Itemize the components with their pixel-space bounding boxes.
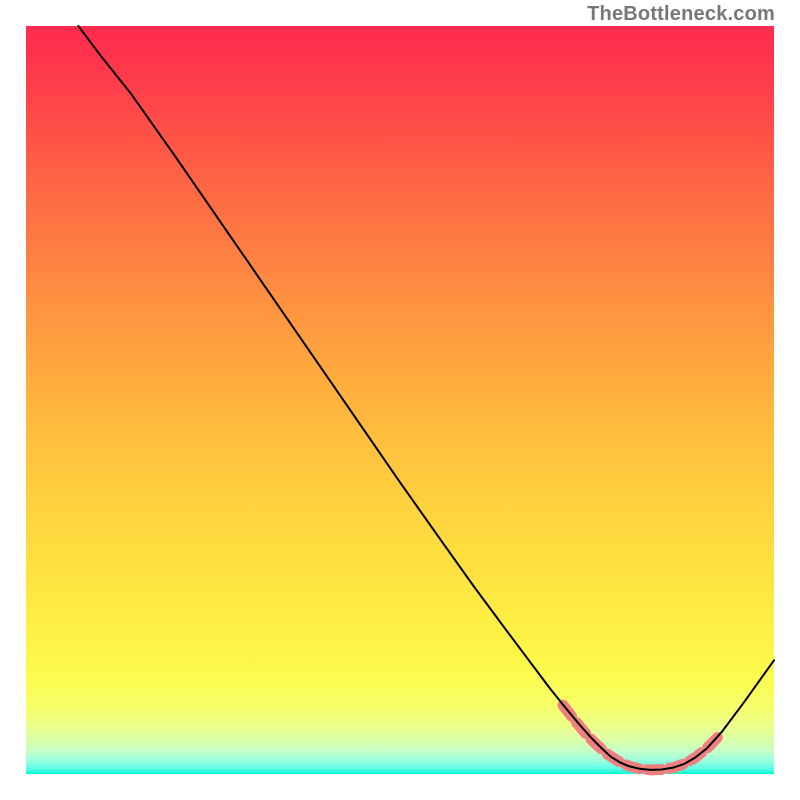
chart-wrapper: TheBottleneck.com — [0, 0, 800, 800]
bottleneck-curve — [78, 26, 774, 770]
curve-svg — [26, 26, 774, 774]
plot-area — [26, 26, 774, 774]
highlight-band — [563, 705, 718, 770]
attribution-text: TheBottleneck.com — [587, 3, 775, 26]
